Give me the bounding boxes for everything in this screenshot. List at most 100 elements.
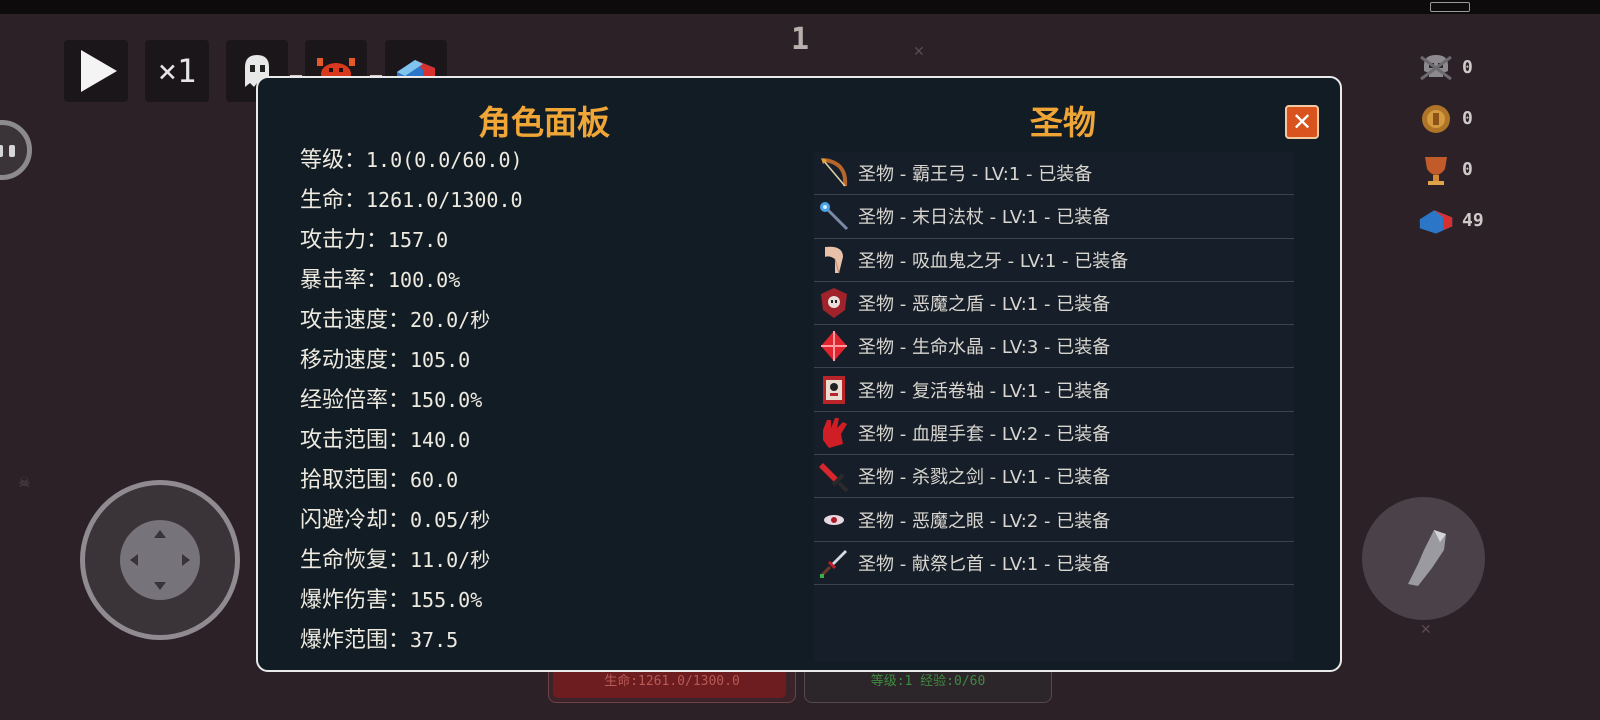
bone-decoration: ✕: [1420, 622, 1432, 638]
stat-row: 经验倍率：150.0%: [300, 380, 523, 420]
trophy-counter: 0: [1418, 144, 1484, 195]
stat-label: 等级：: [300, 148, 367, 173]
scroll-icon: [814, 370, 854, 410]
relic-row[interactable]: 圣物 - 末日法杖 - LV:1 - 已装备: [814, 195, 1294, 239]
stat-value: 20.0/秒: [410, 308, 491, 332]
trophy-value: 0: [1462, 159, 1473, 180]
relic-label: 圣物 - 生命水晶 - LV:3 - 已装备: [858, 337, 1111, 359]
health-bar-text: 生命:1261.0/1300.0: [604, 673, 740, 689]
stat-label: 攻击力：: [300, 228, 389, 253]
stat-value: 155.0%: [410, 588, 483, 612]
relic-row[interactable]: 圣物 - 生命水晶 - LV:3 - 已装备: [814, 325, 1294, 369]
stat-value: 150.0%: [410, 388, 483, 412]
stat-value: 0.05/秒: [410, 508, 491, 532]
stat-label: 闪避冷却：: [300, 508, 411, 533]
stat-label: 经验倍率：: [300, 388, 411, 413]
stat-value: 37.5: [410, 628, 459, 652]
stat-value: 11.0/秒: [410, 548, 491, 572]
crystal-icon: [814, 326, 854, 366]
experience-bar-text: 等级:1 经验:0/60: [870, 673, 986, 689]
play-icon: [81, 50, 117, 92]
stat-label: 爆炸范围：: [300, 628, 411, 653]
staff-icon: [814, 196, 854, 236]
bone-decoration: ✕: [913, 44, 925, 60]
trophy-icon: [1418, 152, 1454, 188]
sword-icon: [814, 456, 854, 496]
relic-label: 圣物 - 复活卷轴 - LV:1 - 已装备: [858, 380, 1111, 402]
stat-row: 爆炸伤害：155.0%: [300, 580, 523, 620]
stat-label: 移动速度：: [300, 348, 411, 373]
relic-label: 圣物 - 霸王弓 - LV:1 - 已装备: [858, 164, 1093, 186]
kills-counter: 0: [1418, 42, 1484, 93]
stat-value: 60.0: [410, 468, 459, 492]
relic-row[interactable]: 圣物 - 恶魔之眼 - LV:2 - 已装备: [814, 498, 1294, 542]
relic-label: 圣物 - 献祭匕首 - LV:1 - 已装备: [858, 553, 1111, 575]
coin-icon: [1418, 101, 1454, 137]
attack-button[interactable]: [1362, 497, 1485, 620]
relic-row[interactable]: 圣物 - 复活卷轴 - LV:1 - 已装备: [814, 368, 1294, 412]
close-button[interactable]: ✕: [1285, 105, 1319, 139]
magnet-icon: [1418, 203, 1454, 239]
stat-label: 暴击率：: [300, 268, 389, 293]
skull-icon: [1418, 50, 1454, 86]
relic-label: 圣物 - 末日法杖 - LV:1 - 已装备: [858, 207, 1111, 229]
bone-decoration: ☠: [18, 475, 31, 491]
speed-button[interactable]: ×1: [145, 40, 209, 102]
eye-icon: [0, 145, 3, 157]
dagger-icon: [814, 543, 854, 583]
relic-row[interactable]: 圣物 - 献祭匕首 - LV:1 - 已装备: [814, 542, 1294, 585]
battery-icon: [1430, 2, 1470, 12]
stats-list: 等级：1.0(0.0/60.0) 生命：1261.0/1300.0 攻击力：157.…: [300, 140, 523, 660]
character-panel-dialog: 角色面板 圣物 ✕ 等级：1.0(0.0/60.0) 生命：1261.0/1300…: [256, 76, 1342, 672]
stat-value: 105.0: [410, 348, 471, 372]
character-panel-title: 角色面板: [478, 103, 610, 142]
relic-label: 圣物 - 血腥手套 - LV:2 - 已装备: [858, 423, 1111, 445]
kills-value: 0: [1462, 57, 1473, 78]
stat-row: 等级：1.0(0.0/60.0): [300, 140, 523, 180]
relic-list: 圣物 - 霸王弓 - LV:1 - 已装备 圣物 - 末日法杖 - LV:1 - …: [814, 152, 1294, 585]
stat-row: 生命：1261.0/1300.0: [300, 180, 523, 220]
stat-row: 生命恢复：11.0/秒: [300, 540, 523, 580]
relics-title: 圣物: [1030, 103, 1096, 142]
play-button[interactable]: [64, 40, 128, 102]
emote-button[interactable]: [0, 120, 32, 180]
speed-label: ×1: [157, 52, 197, 90]
coins-counter: 0: [1418, 93, 1484, 144]
stat-label: 生命恢复：: [300, 548, 411, 573]
close-icon: ✕: [1291, 108, 1313, 136]
bow-icon: [814, 153, 854, 193]
stat-row: 移动速度：105.0: [300, 340, 523, 380]
status-bar: [0, 0, 1600, 14]
magnet-value: 49: [1462, 210, 1484, 231]
stat-label: 攻击速度：: [300, 308, 411, 333]
stat-value: 157.0: [388, 228, 449, 252]
relic-row[interactable]: 圣物 - 杀戮之剑 - LV:1 - 已装备: [814, 455, 1294, 499]
claw-icon: [1407, 529, 1446, 586]
stat-row: 爆炸范围：37.5: [300, 620, 523, 660]
eye-icon: [9, 145, 15, 157]
stat-value: 1261.0/1300.0: [366, 188, 523, 212]
dpad-arrows-icon: [130, 530, 190, 590]
relic-label: 圣物 - 恶魔之眼 - LV:2 - 已装备: [858, 510, 1111, 532]
wave-timer: 1: [790, 22, 810, 57]
stat-row: 拾取范围：60.0: [300, 460, 523, 500]
stat-row: 暴击率：100.0%: [300, 260, 523, 300]
stat-value: 100.0%: [388, 268, 461, 292]
relic-row[interactable]: 圣物 - 吸血鬼之牙 - LV:1 - 已装备: [814, 239, 1294, 282]
movement-joystick[interactable]: [80, 480, 240, 640]
stat-label: 拾取范围：: [300, 468, 411, 493]
relic-row[interactable]: 圣物 - 恶魔之盾 - LV:1 - 已装备: [814, 282, 1294, 326]
magnet-counter: 49: [1418, 195, 1484, 246]
stat-row: 攻击速度：20.0/秒: [300, 300, 523, 340]
stat-label: 爆炸伤害：: [300, 588, 411, 613]
stat-row: 攻击力：157.0: [300, 220, 523, 260]
stat-value: 140.0: [410, 428, 471, 452]
stat-value: 1.0(0.0/60.0): [366, 148, 523, 172]
eye-icon: [814, 500, 854, 540]
joystick-knob[interactable]: [120, 520, 200, 600]
relic-row[interactable]: 圣物 - 霸王弓 - LV:1 - 已装备: [814, 152, 1294, 196]
stat-label: 攻击范围：: [300, 428, 411, 453]
shield-icon: [814, 283, 854, 323]
fang-icon: [814, 240, 854, 280]
relic-row[interactable]: 圣物 - 血腥手套 - LV:2 - 已装备: [814, 412, 1294, 456]
